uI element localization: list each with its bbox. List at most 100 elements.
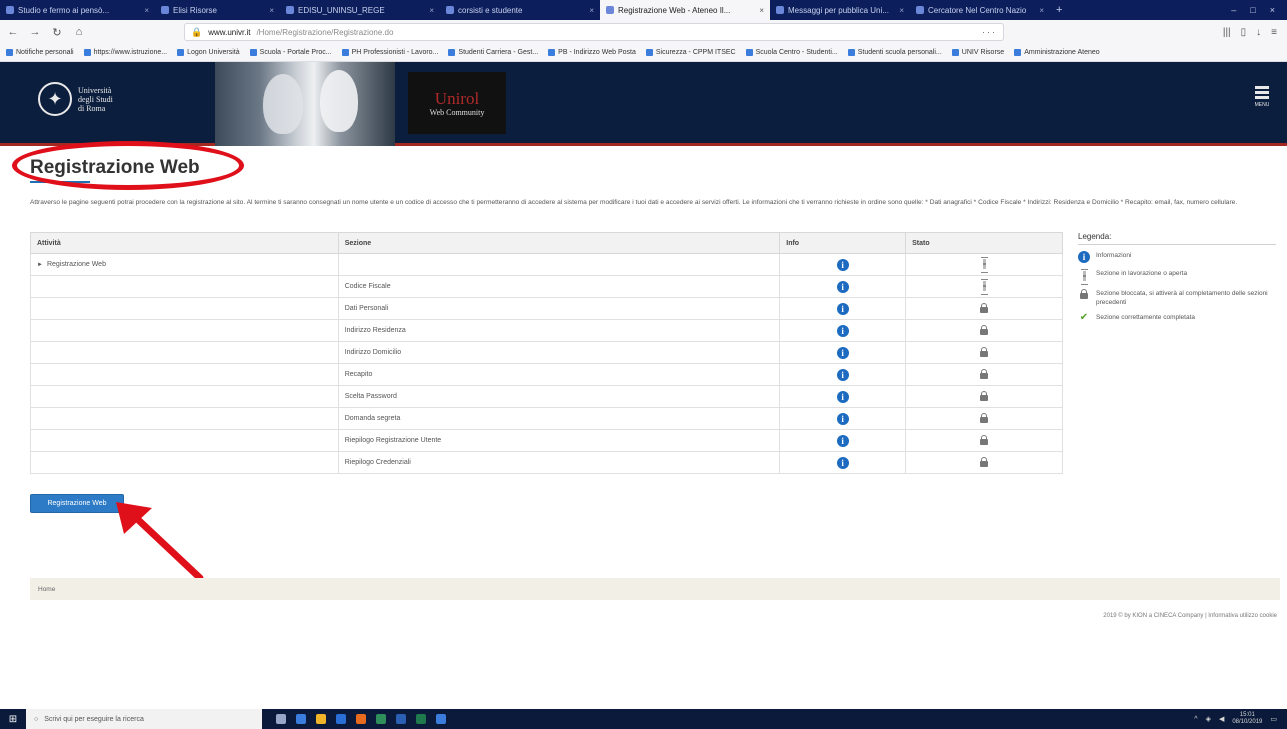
- registrazione-web-button[interactable]: Registrazione Web: [30, 494, 124, 513]
- university-seal-logo[interactable]: ✦: [38, 82, 72, 116]
- download-icon[interactable]: ↓: [1256, 27, 1261, 38]
- close-tab-icon[interactable]: ×: [269, 6, 274, 15]
- hamburger-menu-icon[interactable]: ≡: [1271, 27, 1277, 38]
- browser-tab[interactable]: corsisti e studente ×: [440, 0, 600, 20]
- new-tab-button[interactable]: +: [1050, 4, 1068, 16]
- tab-favicon: [446, 6, 454, 14]
- home-icon[interactable]: ⌂: [72, 26, 86, 38]
- close-tab-icon[interactable]: ×: [144, 6, 149, 15]
- taskbar-search[interactable]: ○ Scrivi qui per eseguire la ricerca: [26, 709, 262, 729]
- info-cell: i: [779, 429, 907, 452]
- url-host: www.univr.it: [208, 27, 251, 37]
- legend-panel: Legenda: i Informazioni Sezione in lavor…: [1078, 232, 1276, 323]
- reload-icon[interactable]: ↻: [50, 26, 64, 39]
- bookmark-item[interactable]: Sicurezza - CPPM ITSEC: [645, 49, 736, 56]
- legend-item: Sezione in lavorazione o aperta: [1078, 269, 1276, 285]
- app-icon[interactable]: [416, 714, 426, 724]
- page-actions-icon[interactable]: ···: [982, 27, 997, 37]
- tray-expand-icon[interactable]: ^: [1194, 716, 1197, 723]
- info-icon[interactable]: i: [836, 434, 849, 447]
- hamburger-bar: [1255, 96, 1269, 99]
- browser-toolbar: ← → ↻ ⌂ 🔒 www.univr.it /Home/Registrazio…: [0, 20, 1287, 44]
- lock-icon: [980, 368, 989, 379]
- bookmark-item[interactable]: Studenti Carriera - Gest...: [448, 49, 538, 56]
- bookmark-item[interactable]: PB - Indirizzo Web Posta: [548, 49, 636, 56]
- menu-button[interactable]: MENU: [1251, 86, 1273, 108]
- info-icon[interactable]: i: [836, 258, 849, 271]
- chrome-icon[interactable]: [336, 714, 346, 724]
- red-annotation-ellipse: [12, 141, 244, 190]
- status-cell: [905, 319, 1063, 342]
- info-icon[interactable]: i: [836, 280, 849, 293]
- info-icon[interactable]: i: [836, 412, 849, 425]
- info-icon[interactable]: i: [836, 346, 849, 359]
- network-icon[interactable]: ◈: [1206, 715, 1211, 723]
- footer-home-link[interactable]: Home: [38, 586, 55, 593]
- app-icon[interactable]: [436, 714, 446, 724]
- bookmark-item[interactable]: Studenti scuola personali...: [847, 49, 942, 56]
- taskbar-apps: [262, 714, 446, 724]
- info-icon[interactable]: i: [836, 456, 849, 469]
- info-icon[interactable]: i: [836, 390, 849, 403]
- bookmark-item[interactable]: Notifiche personali: [6, 49, 74, 56]
- windows-start-icon[interactable]: ⊞: [0, 709, 26, 729]
- bookmark-item[interactable]: PH Professionisti - Lavoro...: [341, 49, 438, 56]
- close-tab-icon[interactable]: ×: [759, 6, 764, 15]
- lock-icon: [980, 324, 989, 335]
- browser-tab[interactable]: Elisi Risorse ×: [155, 0, 280, 20]
- browser-tab-active[interactable]: Registrazione Web - Ateneo Il... ×: [600, 0, 770, 20]
- browser-tab[interactable]: Messaggi per pubblica Uni... ×: [770, 0, 910, 20]
- address-bar[interactable]: 🔒 www.univr.it /Home/Registrazione/Regis…: [184, 23, 1004, 41]
- info-icon[interactable]: i: [836, 324, 849, 337]
- file-explorer-icon[interactable]: [316, 714, 326, 724]
- excel-icon[interactable]: [376, 714, 386, 724]
- forward-icon[interactable]: →: [28, 26, 42, 38]
- back-icon[interactable]: ←: [6, 26, 20, 38]
- lock-icon: [980, 412, 989, 423]
- word-icon[interactable]: [396, 714, 406, 724]
- minimize-button[interactable]: –: [1231, 5, 1236, 15]
- edge-icon[interactable]: [296, 714, 306, 724]
- bookmark-item[interactable]: Amministrazione Ateneo: [1014, 49, 1100, 56]
- close-tab-icon[interactable]: ×: [429, 6, 434, 15]
- bookmark-favicon: [548, 49, 556, 56]
- activity-cell: [30, 319, 339, 342]
- table-row: Indirizzo Domicilio i: [30, 341, 1063, 364]
- bookmark-item[interactable]: Logon Università: [177, 49, 240, 56]
- bookmark-item[interactable]: UNIV Risorse: [951, 49, 1004, 56]
- browser-tab[interactable]: EDISU_UNINSU_REGE ×: [280, 0, 440, 20]
- close-window-button[interactable]: ×: [1270, 5, 1275, 15]
- table-row: Dati Personali i: [30, 297, 1063, 320]
- browser-tab[interactable]: Cercatore Nel Centro Nazio ×: [910, 0, 1050, 20]
- sidebar-icon[interactable]: ▯: [1241, 27, 1247, 38]
- bookmark-item[interactable]: https://www.istruzione...: [83, 49, 167, 56]
- tab-favicon: [916, 6, 924, 14]
- section-cell: Codice Fiscale: [337, 275, 781, 298]
- info-icon[interactable]: i: [836, 302, 849, 315]
- section-cell: Domanda segreta: [337, 407, 781, 430]
- table-row: Riepilogo Credenziali i: [30, 451, 1063, 474]
- section-cell: Riepilogo Credenziali: [337, 451, 781, 474]
- lock-icon: [980, 390, 989, 401]
- maximize-button[interactable]: □: [1250, 5, 1255, 15]
- expand-arrow-icon[interactable]: ►: [37, 262, 43, 268]
- hamburger-bar: [1255, 86, 1269, 89]
- close-tab-icon[interactable]: ×: [899, 6, 904, 15]
- status-cell: [905, 385, 1063, 408]
- notifications-icon[interactable]: ▭: [1270, 715, 1277, 723]
- footer-copyright[interactable]: 2019 © by KION a CINECA Company | Inform…: [1103, 613, 1277, 619]
- close-tab-icon[interactable]: ×: [1039, 6, 1044, 15]
- volume-icon[interactable]: ◀: [1219, 715, 1224, 723]
- bookmark-item[interactable]: Scuola Centro - Studenti...: [745, 49, 838, 56]
- bookmark-item[interactable]: Scuola - Portale Proc...: [249, 49, 332, 56]
- task-view-icon[interactable]: [276, 714, 286, 724]
- activity-cell[interactable]: ► Registrazione Web: [30, 253, 339, 276]
- status-cell: [905, 297, 1063, 320]
- close-tab-icon[interactable]: ×: [589, 6, 594, 15]
- library-icon[interactable]: |||: [1223, 27, 1231, 38]
- info-icon[interactable]: i: [836, 368, 849, 381]
- table-header-row: Attività Sezione Info Stato: [30, 232, 1063, 254]
- taskbar-clock[interactable]: 15:01 08/10/2019: [1232, 712, 1262, 726]
- browser-tab[interactable]: Studio e fermo ai pensò... ×: [0, 0, 155, 20]
- firefox-icon[interactable]: [356, 714, 366, 724]
